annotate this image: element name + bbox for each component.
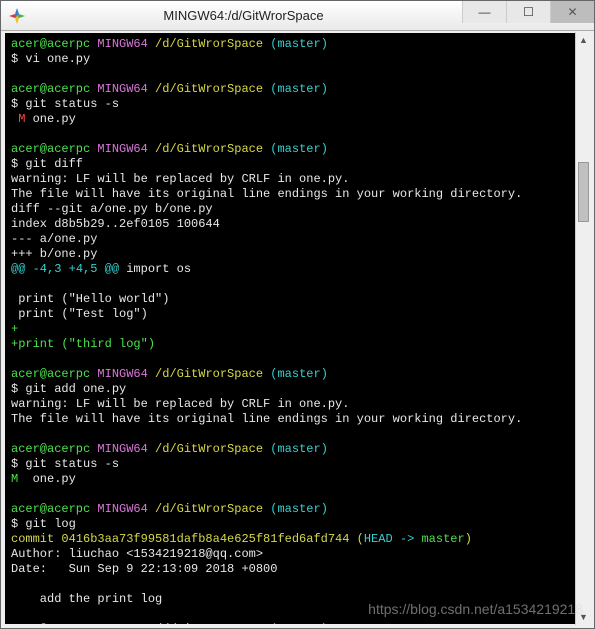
diff-header: diff --git a/one.py b/one.py [11, 202, 213, 216]
maximize-button[interactable]: ☐ [506, 1, 550, 23]
diff-add: +print ("third log") [11, 337, 155, 351]
cmd-line: $ git add one.py [11, 382, 126, 396]
diff-plus-file: +++ b/one.py [11, 247, 97, 261]
prompt-user: acer@acerpc [11, 502, 90, 516]
scrollbar-thumb[interactable] [578, 162, 589, 222]
cmd-line: $ git diff [11, 157, 83, 171]
diff-add: + [11, 322, 18, 336]
diff-warn: The file will have its original line end… [11, 187, 522, 201]
head-label: HEAD -> [364, 532, 422, 546]
prompt-path: /d/GitWrorSpace [155, 442, 263, 456]
prompt-host: MINGW64 [97, 142, 147, 156]
prompt-user: acer@acerpc [11, 442, 90, 456]
terminal-window: MINGW64:/d/GitWrorSpace — ☐ ✕ acer@acerp… [0, 0, 595, 629]
scroll-up-arrow-icon[interactable]: ▲ [576, 32, 591, 48]
prompt-user: acer@acerpc [11, 82, 90, 96]
prompt-path: /d/GitWrorSpace [155, 622, 263, 628]
prompt-host: MINGW64 [97, 367, 147, 381]
prompt-host: MINGW64 [97, 37, 147, 51]
prompt-host: MINGW64 [97, 442, 147, 456]
cmd-line: $ vi one.py [11, 52, 90, 66]
prompt-path: /d/GitWrorSpace [155, 142, 263, 156]
commit-hash: commit 0416b3aa73f99581dafb8a4e625f81fed… [11, 532, 357, 546]
prompt-path: /d/GitWrorSpace [155, 502, 263, 516]
diff-ctx: print ("Hello world") [11, 292, 169, 306]
prompt-branch: (master) [270, 82, 328, 96]
prompt-user: acer@acerpc [11, 142, 90, 156]
prompt-path: /d/GitWrorSpace [155, 37, 263, 51]
commit-author: Author: liuchao <1534219218@qq.com> [11, 547, 263, 561]
prompt-branch: (master) [270, 622, 328, 628]
window-title: MINGW64:/d/GitWrorSpace [25, 8, 462, 23]
diff-index: index d8b5b29..2ef0105 100644 [11, 217, 220, 231]
cmd-line: $ git status -s [11, 97, 119, 111]
close-button[interactable]: ✕ [550, 1, 594, 23]
app-icon [9, 8, 25, 24]
terminal-output[interactable]: acer@acerpc MINGW64 /d/GitWrorSpace (mas… [1, 31, 594, 628]
ref-open: ( [357, 532, 364, 546]
prompt-host: MINGW64 [97, 82, 147, 96]
branch-label: master [421, 532, 464, 546]
status-flag: M [11, 112, 25, 126]
diff-ctx: print ("Test log") [11, 307, 148, 321]
prompt-user: acer@acerpc [11, 37, 90, 51]
prompt-branch: (master) [270, 142, 328, 156]
prompt-path: /d/GitWrorSpace [155, 82, 263, 96]
prompt-user: acer@acerpc [11, 367, 90, 381]
status-file: one.py [25, 472, 75, 486]
scroll-down-arrow-icon[interactable]: ▼ [576, 609, 591, 625]
minimize-button[interactable]: — [462, 1, 506, 23]
status-file: one.py [25, 112, 75, 126]
diff-hunk: @@ [11, 262, 33, 276]
diff-hunk-range: -4,3 +4,5 [33, 262, 98, 276]
cmd-line: $ git log [11, 517, 76, 531]
diff-minus-file: --- a/one.py [11, 232, 97, 246]
add-warn: warning: LF will be replaced by CRLF in … [11, 397, 349, 411]
prompt-branch: (master) [270, 37, 328, 51]
commit-date: Date: Sun Sep 9 22:13:09 2018 +0800 [11, 562, 277, 576]
diff-hunk: @@ [97, 262, 119, 276]
commit-msg: add the print log [11, 592, 162, 606]
status-flag: M [11, 472, 25, 486]
ref-close: ) [465, 532, 472, 546]
prompt-branch: (master) [270, 502, 328, 516]
add-warn: The file will have its original line end… [11, 412, 522, 426]
prompt-user: acer@acerpc [11, 622, 90, 628]
prompt-branch: (master) [270, 442, 328, 456]
window-controls: — ☐ ✕ [462, 1, 594, 30]
prompt-path: /d/GitWrorSpace [155, 367, 263, 381]
cmd-line: $ git status -s [11, 457, 119, 471]
prompt-host: MINGW64 [97, 622, 147, 628]
titlebar: MINGW64:/d/GitWrorSpace — ☐ ✕ [1, 1, 594, 31]
diff-warn: warning: LF will be replaced by CRLF in … [11, 172, 349, 186]
scrollbar[interactable]: ▲ ▼ [575, 32, 591, 625]
prompt-host: MINGW64 [97, 502, 147, 516]
prompt-branch: (master) [270, 367, 328, 381]
diff-hunk-ctx: import os [119, 262, 191, 276]
